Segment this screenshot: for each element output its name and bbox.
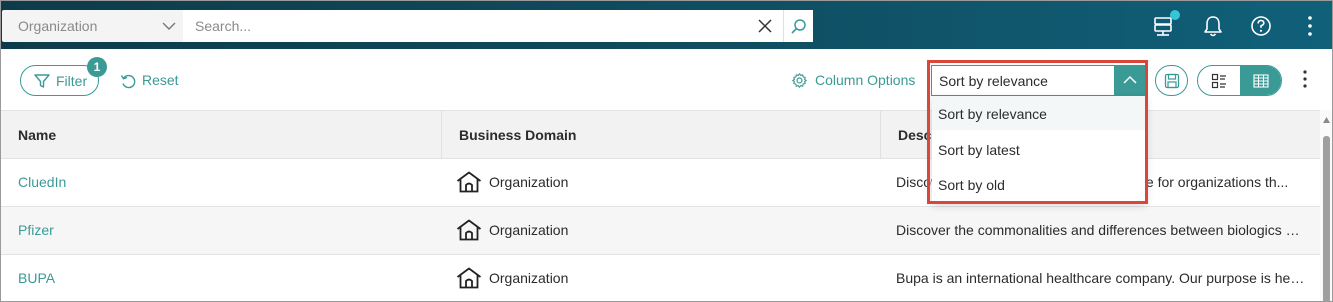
description-cell: Bupa is an international healthcare comp… [896, 270, 1306, 286]
reset-label: Reset [142, 72, 179, 88]
save-view-button[interactable] [1155, 65, 1188, 96]
list-view-icon [1211, 73, 1226, 89]
column-header-business-domain[interactable]: Business Domain [442, 111, 881, 159]
column-options-button[interactable]: Column Options [791, 71, 921, 91]
entity-type-select[interactable]: Organization [2, 10, 183, 42]
list-view-button[interactable] [1198, 66, 1240, 95]
business-domain-cell: Organization [441, 159, 881, 206]
scroll-up-icon[interactable] [1323, 117, 1330, 123]
app-window: Organization Search... Filter 1 Reset Co… [0, 0, 1333, 302]
filter-count-badge: 1 [87, 57, 107, 77]
save-icon [1164, 73, 1180, 89]
entity-name-link[interactable]: CluedIn [1, 159, 441, 206]
scrollbar-thumb[interactable] [1323, 136, 1330, 301]
sort-dropdown-menu: Sort by relevance Sort by latest Sort by… [932, 96, 1146, 202]
chevron-up-icon [1123, 75, 1137, 84]
business-domain-cell: Organization [441, 255, 881, 301]
entity-name-link[interactable]: Pfizer [1, 207, 441, 254]
house-icon [456, 267, 482, 289]
house-icon [456, 171, 482, 193]
business-domain-label: Organization [489, 174, 569, 190]
sort-option-old[interactable]: Sort by old [932, 167, 1146, 201]
entity-name-link[interactable]: BUPA [1, 255, 441, 301]
view-toggle [1197, 65, 1282, 96]
table-view-button[interactable] [1240, 66, 1281, 95]
sort-option-relevance[interactable]: Sort by relevance [932, 96, 1146, 130]
business-domain-label: Organization [489, 222, 569, 238]
table-row[interactable]: Pfizer Organization Discover the commona… [1, 207, 1320, 255]
bell-icon[interactable] [1200, 13, 1226, 39]
house-icon [456, 219, 482, 241]
filter-icon [34, 74, 50, 88]
reset-icon [120, 74, 136, 89]
entity-type-value: Organization [18, 18, 98, 34]
more-vertical-icon[interactable] [1297, 13, 1323, 39]
more-options-icon[interactable] [1297, 67, 1313, 93]
business-domain-cell: Organization [441, 207, 881, 254]
filter-label: Filter [56, 73, 88, 89]
gear-icon [792, 73, 807, 88]
chevron-down-icon [162, 22, 176, 30]
sort-select[interactable]: Sort by relevance [931, 65, 1147, 96]
search-button[interactable] [783, 10, 813, 42]
business-domain-label: Organization [489, 270, 569, 286]
help-icon[interactable] [1248, 13, 1274, 39]
close-icon[interactable] [757, 18, 773, 34]
description-text-right: oice for organizations th... [1128, 174, 1289, 190]
sort-option-latest[interactable]: Sort by latest [932, 132, 1146, 166]
description-cell: Discover the commonalities and differenc… [896, 222, 1306, 238]
top-bar: Organization [1, 1, 1332, 49]
search-icon [791, 19, 806, 34]
sort-selected-value: Sort by relevance [939, 73, 1048, 89]
vertical-scrollbar[interactable] [1320, 110, 1332, 301]
search-box [183, 10, 783, 42]
grid-view-icon [1253, 74, 1269, 88]
column-options-label: Column Options [815, 72, 916, 88]
table-row[interactable]: BUPA Organization Bupa is an internation… [1, 255, 1320, 301]
column-header-name[interactable]: Name [1, 111, 442, 159]
search-input[interactable] [183, 10, 743, 42]
status-indicator [1170, 10, 1180, 20]
sort-toggle-button[interactable] [1114, 66, 1146, 95]
